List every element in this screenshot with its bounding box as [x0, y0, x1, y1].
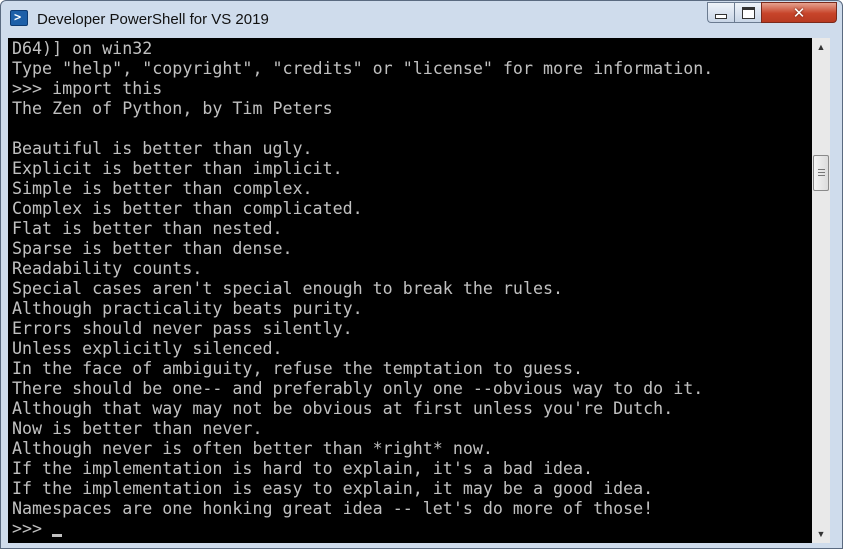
console-line: Complex is better than complicated.: [12, 199, 363, 218]
prompt: >>>: [12, 519, 43, 538]
console-line: In the face of ambiguity, refuse the tem…: [12, 359, 584, 378]
console-line: Special cases aren't special enough to b…: [12, 279, 564, 298]
console-line: D64)] on win32: [12, 39, 153, 58]
text-cursor: [52, 534, 63, 537]
console-line: If the implementation is hard to explain…: [12, 459, 594, 478]
scrollbar-thumb[interactable]: [813, 155, 829, 191]
vertical-scrollbar[interactable]: ▲ ▼: [812, 38, 830, 543]
console-line: There should be one-- and preferably onl…: [12, 379, 704, 398]
minimize-button[interactable]: [707, 2, 734, 23]
scroll-down-arrow-icon[interactable]: ▼: [812, 525, 830, 543]
grip-line: [818, 169, 825, 170]
console-line: Flat is better than nested.: [12, 219, 283, 238]
console-line: Now is better than never.: [12, 419, 263, 438]
console-line: Explicit is better than implicit.: [12, 159, 343, 178]
console-line: Namespaces are one honking great idea --…: [12, 499, 654, 518]
console-line: Sparse is better than dense.: [12, 239, 293, 258]
grip-line: [818, 172, 825, 173]
console-line: Simple is better than complex.: [12, 179, 313, 198]
maximize-icon: [741, 6, 755, 19]
console-line: Although practicality beats purity.: [12, 299, 363, 318]
close-icon: ✕: [792, 3, 806, 22]
console-line: The Zen of Python, by Tim Peters: [12, 99, 333, 118]
console-line: >>> import this: [12, 79, 163, 98]
powershell-icon[interactable]: >: [10, 10, 28, 26]
console-line: Although that way may not be obvious at …: [12, 399, 674, 418]
console-line: Errors should never pass silently.: [12, 319, 353, 338]
console-line: Type "help", "copyright", "credits" or "…: [12, 59, 714, 78]
grip-line: [818, 175, 825, 176]
powershell-window: > Developer PowerShell for VS 2019 ✕ D64…: [0, 0, 843, 549]
maximize-button[interactable]: [734, 2, 761, 23]
scroll-up-arrow-icon[interactable]: ▲: [812, 38, 830, 56]
console-line: Beautiful is better than ugly.: [12, 139, 313, 158]
console-line: Readability counts.: [12, 259, 203, 278]
prompt-line[interactable]: >>>: [12, 519, 63, 539]
console-output[interactable]: D64)] on win32 Type "help", "copyright", …: [8, 38, 812, 543]
title-bar[interactable]: > Developer PowerShell for VS 2019 ✕: [1, 1, 842, 39]
close-button[interactable]: ✕: [761, 2, 837, 23]
console-line: Unless explicitly silenced.: [12, 339, 283, 358]
console-line: Although never is often better than *rig…: [12, 439, 493, 458]
window-title: Developer PowerShell for VS 2019: [37, 11, 269, 28]
minimize-icon: [715, 13, 727, 19]
console-line: If the implementation is easy to explain…: [12, 479, 654, 498]
